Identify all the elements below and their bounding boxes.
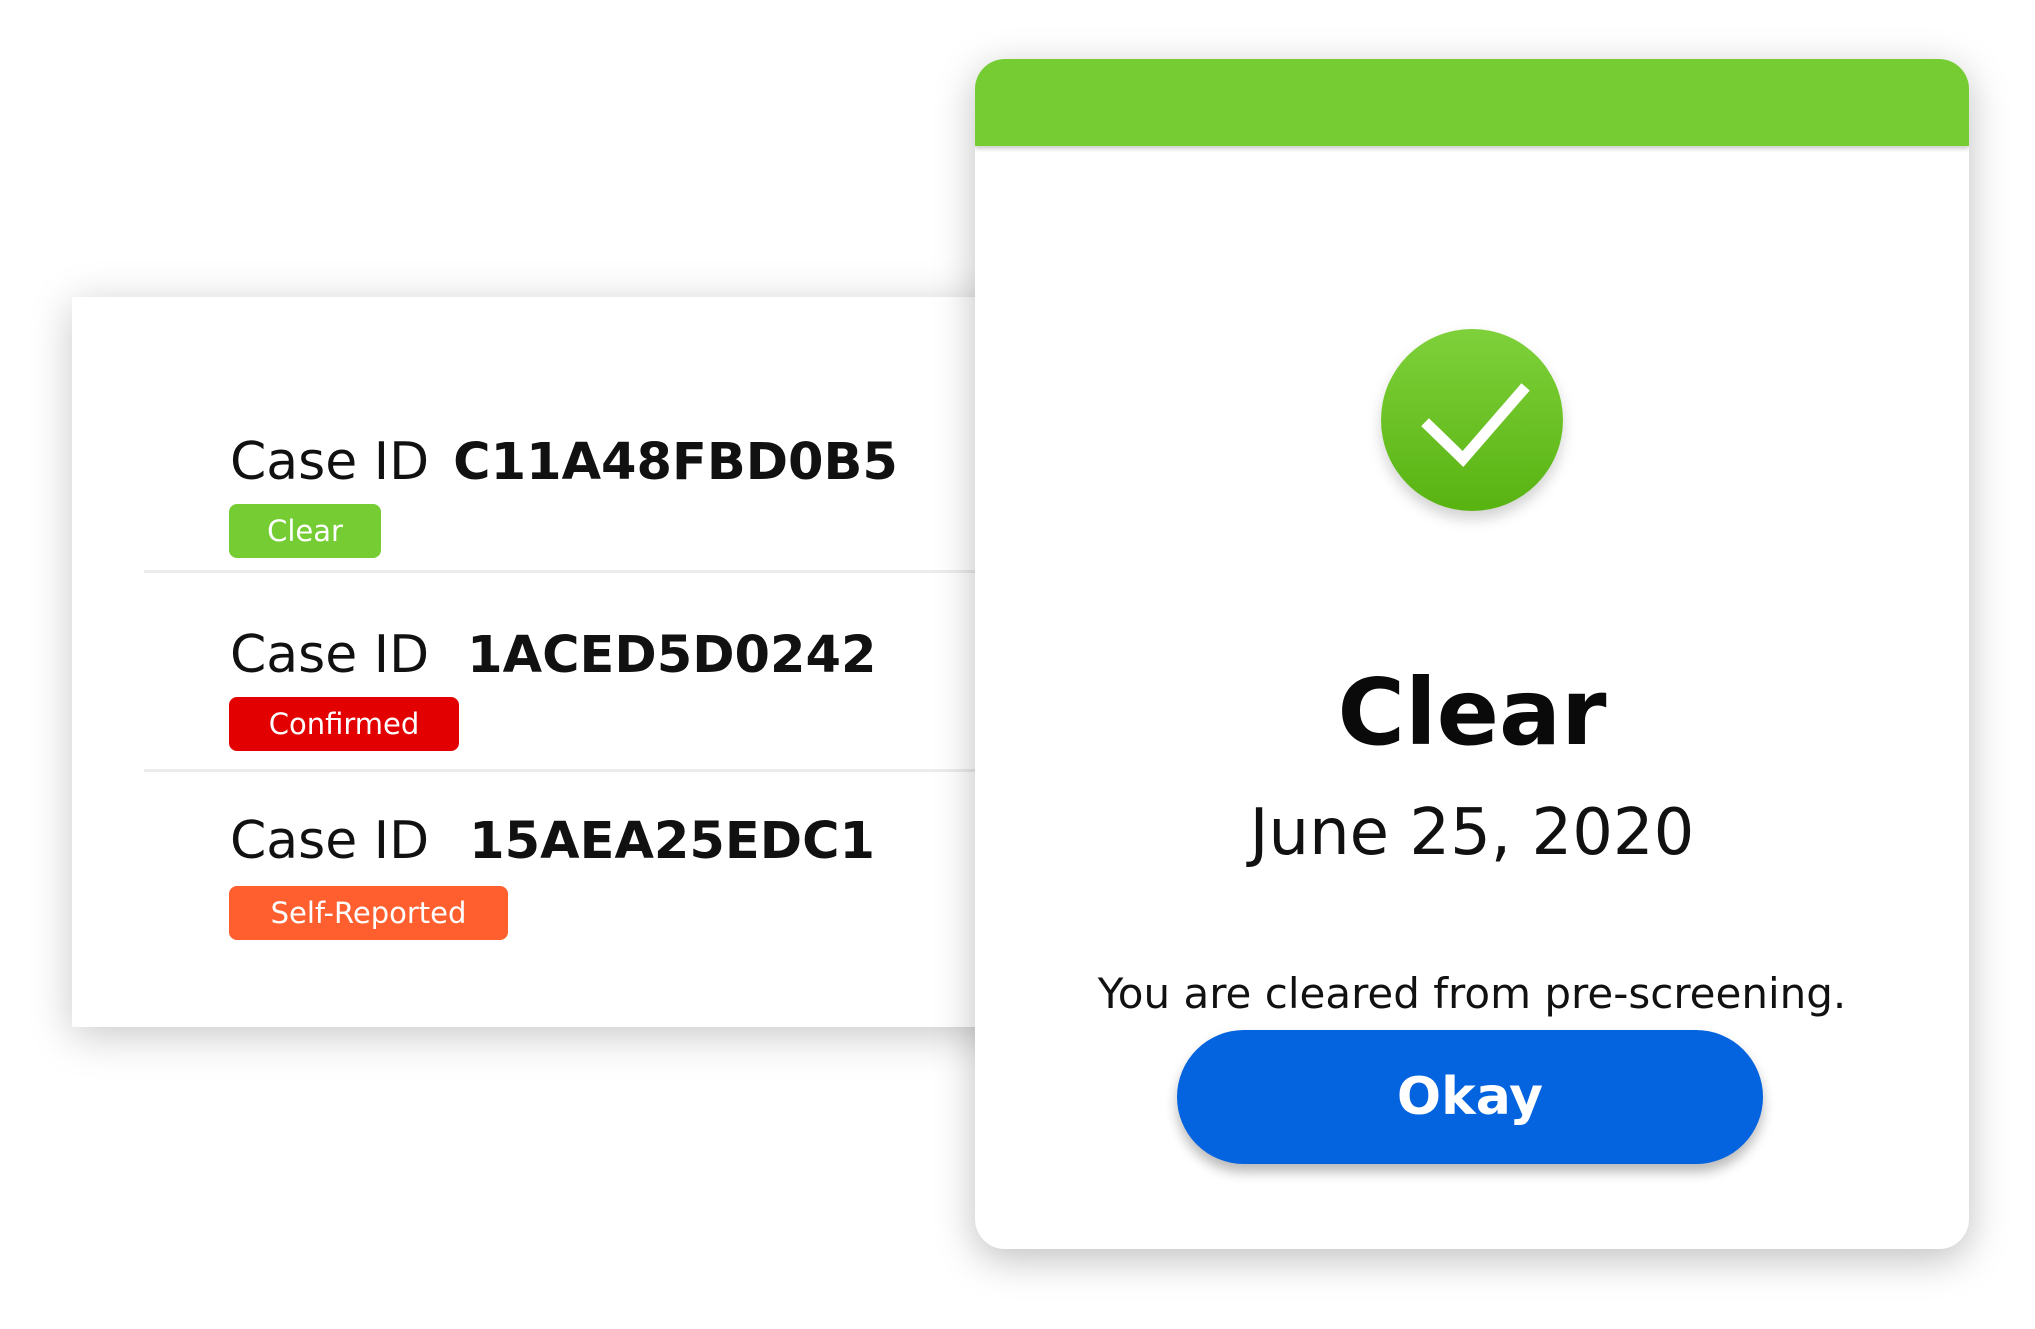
case-line: Case ID 15AEA25EDC1 (230, 811, 875, 871)
modal-title: Clear (1337, 659, 1607, 766)
case-line: Case ID C11A48FBD0B5 (230, 432, 898, 492)
status-badge-clear: Clear (229, 504, 381, 558)
checkmark-icon (1381, 329, 1563, 511)
divider (144, 769, 1072, 772)
status-badge-confirmed: Confirmed (229, 697, 459, 751)
modal-message: You are cleared from pre-screening. (1097, 969, 1847, 1018)
case-id-value: C11A48FBD0B5 (453, 433, 898, 492)
stage: Case ID C11A48FBD0B5 Clear Case ID 1ACED… (0, 0, 2035, 1329)
case-list-card: Case ID C11A48FBD0B5 Clear Case ID 1ACED… (72, 297, 1072, 1027)
case-id-label: Case ID (230, 432, 430, 492)
case-id-label: Case ID (230, 625, 430, 685)
case-id-value: 15AEA25EDC1 (469, 812, 875, 871)
case-id-label: Case ID (230, 811, 430, 871)
result-modal: Clear June 25, 2020 You are cleared from… (975, 59, 1969, 1249)
case-id-value: 1ACED5D0242 (467, 626, 877, 685)
case-line: Case ID 1ACED5D0242 (230, 625, 877, 685)
divider (144, 570, 1072, 573)
modal-date: June 25, 2020 (1249, 796, 1695, 870)
status-badge-self-reported: Self-Reported (229, 886, 508, 940)
okay-button[interactable]: Okay (1177, 1030, 1763, 1164)
modal-header-bar (975, 59, 1969, 146)
